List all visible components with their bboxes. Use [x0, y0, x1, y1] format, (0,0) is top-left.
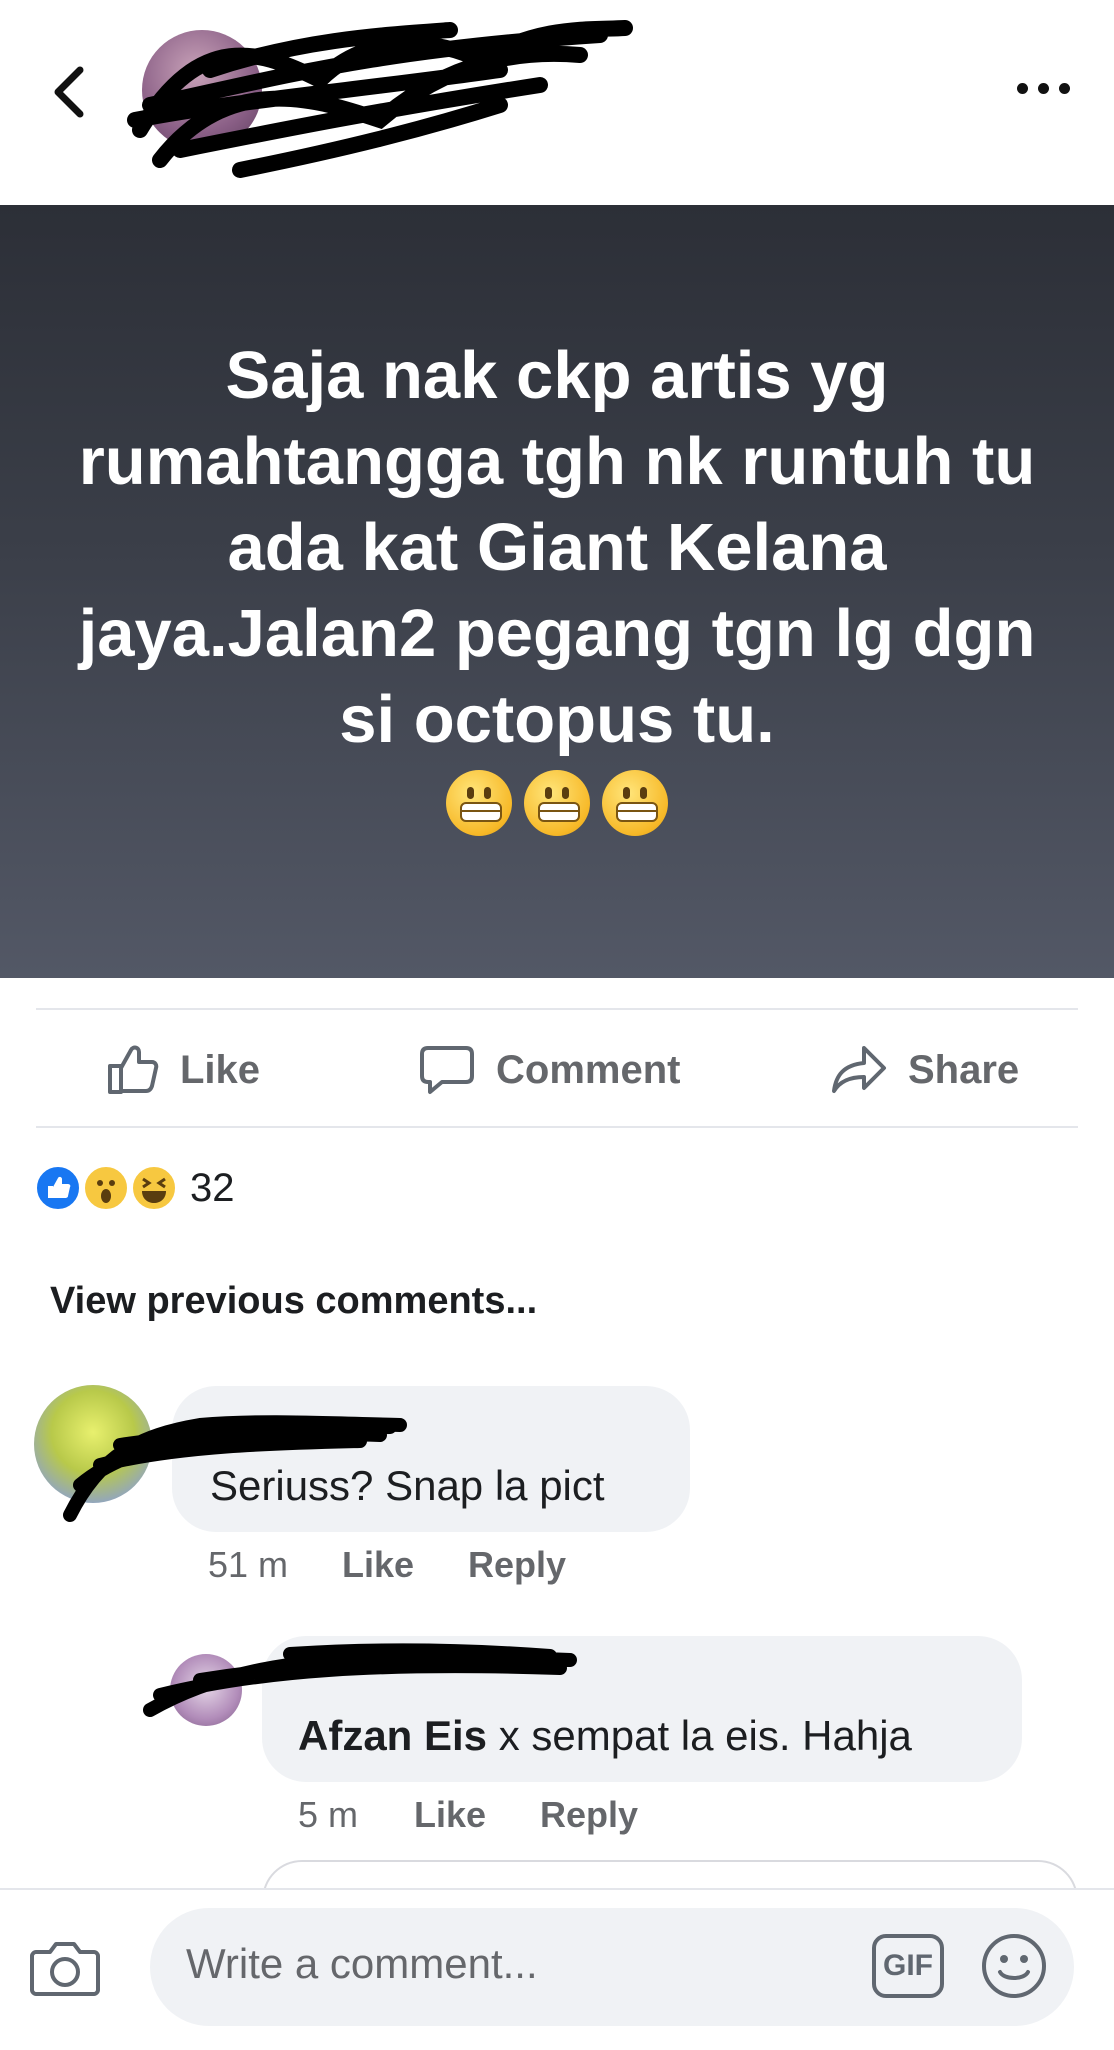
- redaction-scribble: [127, 20, 633, 178]
- more-options-icon[interactable]: [1014, 78, 1074, 98]
- emoji-picker-icon[interactable]: [980, 1932, 1048, 2000]
- reply-text: Afzan Eis x sempat la eis. Hahja: [298, 1712, 912, 1760]
- redaction-scribble: [143, 1643, 577, 1717]
- comment-input-placeholder[interactable]: Write a comment...: [186, 1940, 538, 1988]
- divider: [36, 1126, 1078, 1128]
- gif-button[interactable]: GIF: [872, 1934, 944, 1998]
- like-reaction-icon: [34, 1164, 82, 1212]
- top-bar: [0, 0, 1114, 205]
- share-button[interactable]: Share: [830, 1040, 1019, 1100]
- camera-icon[interactable]: [30, 1936, 100, 2000]
- post-card: Saja nak ckp artis yg rumahtangga tgh nk…: [0, 205, 1114, 978]
- thumbs-up-icon: [108, 1045, 159, 1094]
- wow-reaction-icon: [82, 1164, 130, 1212]
- comment-label: Comment: [496, 1047, 681, 1092]
- reaction-count[interactable]: 32: [190, 1164, 235, 1212]
- comment-bubble-icon: [420, 1046, 474, 1094]
- grimacing-emoji-icon: [524, 770, 590, 836]
- like-button[interactable]: Like: [104, 1040, 260, 1100]
- mention-tag[interactable]: Afzan Eis: [298, 1712, 487, 1759]
- share-arrow-icon: [832, 1046, 886, 1093]
- view-previous-comments-link[interactable]: View previous comments...: [50, 1280, 537, 1323]
- redaction-scribble: [63, 1415, 407, 1522]
- grimacing-emoji-icon: [602, 770, 669, 836]
- share-label: Share: [908, 1047, 1020, 1092]
- reply-reply-button[interactable]: Reply: [540, 1794, 638, 1836]
- comment-reply-button[interactable]: Reply: [468, 1544, 566, 1586]
- like-label: Like: [180, 1047, 261, 1092]
- comment-meta: 51 m: [208, 1544, 288, 1586]
- post-text: Saja nak ckp artis yg rumahtangga tgh nk…: [78, 338, 1036, 757]
- comment-time: 51 m: [208, 1544, 289, 1585]
- divider: [36, 1008, 1078, 1010]
- grimacing-emoji-icon: [445, 770, 512, 836]
- reply-time: 5 m: [298, 1794, 359, 1835]
- post-emoji-row: [0, 770, 1114, 836]
- haha-reaction-icon: [130, 1164, 178, 1212]
- back-arrow-icon[interactable]: [48, 62, 92, 122]
- reply-text-body: x sempat la eis. Hahja: [487, 1712, 912, 1759]
- comment-like-button[interactable]: Like: [342, 1544, 414, 1586]
- reply-like-button[interactable]: Like: [414, 1794, 486, 1836]
- comment-button[interactable]: Comment: [418, 1040, 680, 1100]
